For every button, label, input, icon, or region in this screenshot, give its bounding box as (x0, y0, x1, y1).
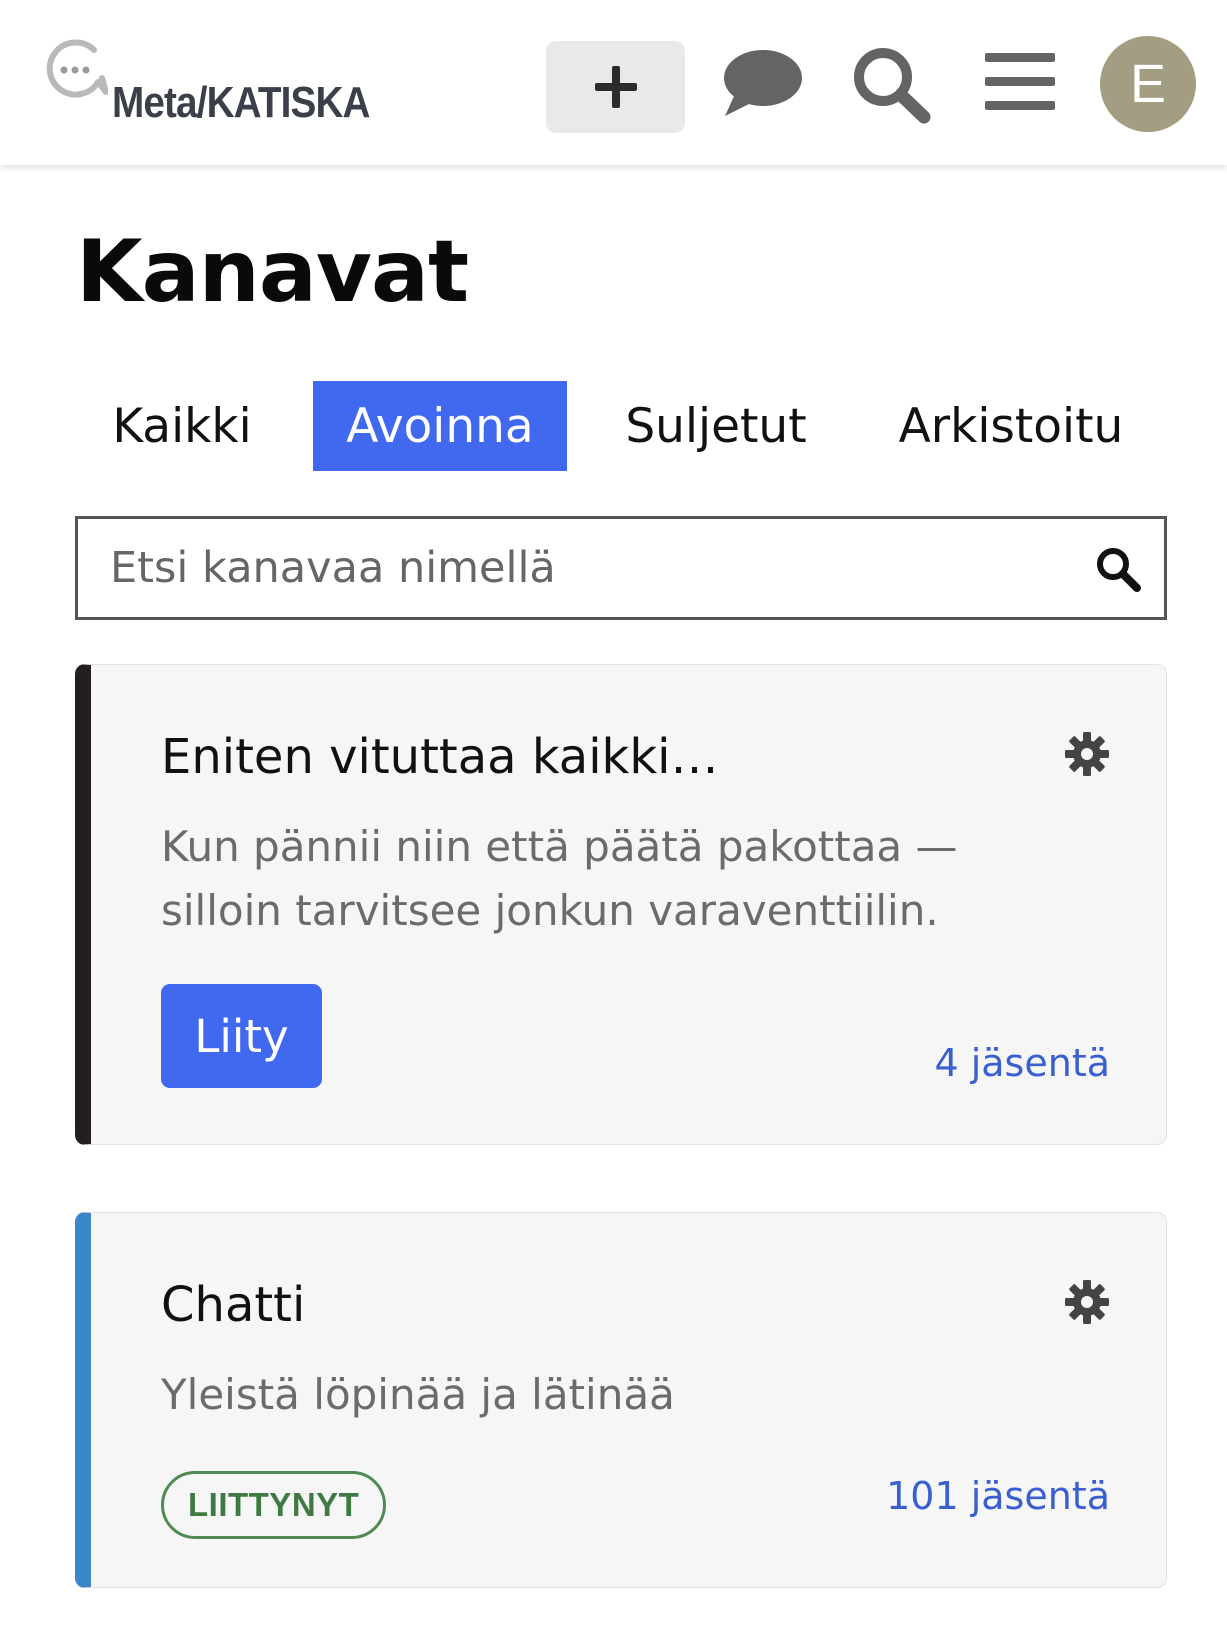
gear-icon[interactable] (1064, 1279, 1110, 1329)
member-count-link[interactable]: 101 jäsentä (886, 1474, 1110, 1518)
channel-title[interactable]: Chatti (161, 1277, 305, 1333)
page-title: Kanavat (76, 222, 469, 322)
tab-label: Kaikki (112, 398, 252, 454)
search-button[interactable] (850, 44, 932, 124)
new-topic-button[interactable] (546, 41, 685, 133)
search-icon[interactable] (1094, 545, 1142, 597)
channel-card[interactable]: Chatti Yleistä löpinää ja lätinää LIITTY… (75, 1212, 1167, 1588)
search-icon (854, 48, 931, 124)
member-count-link[interactable]: 4 jäsentä (934, 1041, 1110, 1085)
tab-arkistoitu[interactable]: Arkistoitu (886, 381, 1136, 471)
hamburger-menu-icon (985, 53, 1055, 110)
channel-search-input[interactable] (108, 519, 1068, 617)
top-header: Meta/KATISKA E (0, 0, 1227, 165)
chat-button[interactable] (720, 44, 804, 120)
tab-label: Suljetut (625, 398, 807, 454)
site-logo[interactable]: Meta/KATISKA (44, 36, 405, 127)
avatar-letter: E (1129, 54, 1167, 114)
channel-title[interactable]: Eniten vituttaa kaikki… (161, 729, 718, 785)
join-button[interactable]: Liity (161, 984, 322, 1088)
channel-card[interactable]: Eniten vituttaa kaikki… Kun pännii niin … (75, 664, 1167, 1145)
gear-icon[interactable] (1064, 731, 1110, 781)
plus-icon (594, 66, 637, 108)
tab-label: Arkistoitu (898, 398, 1124, 454)
channel-description: Yleistä löpinää ja lätinää (161, 1370, 675, 1419)
user-avatar[interactable]: E (1100, 36, 1196, 132)
tab-suljetut[interactable]: Suljetut (614, 381, 818, 471)
tab-kaikki[interactable]: Kaikki (98, 381, 266, 471)
joined-badge: LIITTYNYT (161, 1471, 387, 1539)
channel-description: Kun pännii niin että päätä pakottaa — si… (161, 822, 958, 935)
tab-avoinna[interactable]: Avoinna (313, 381, 567, 471)
site-name: Meta/KATISKA (112, 78, 371, 127)
tab-label: Avoinna (346, 398, 534, 454)
chat-bubble-logo-icon (44, 36, 109, 100)
channel-search-box (75, 516, 1167, 620)
menu-button[interactable] (984, 50, 1056, 114)
chat-bubble-icon (724, 50, 802, 116)
